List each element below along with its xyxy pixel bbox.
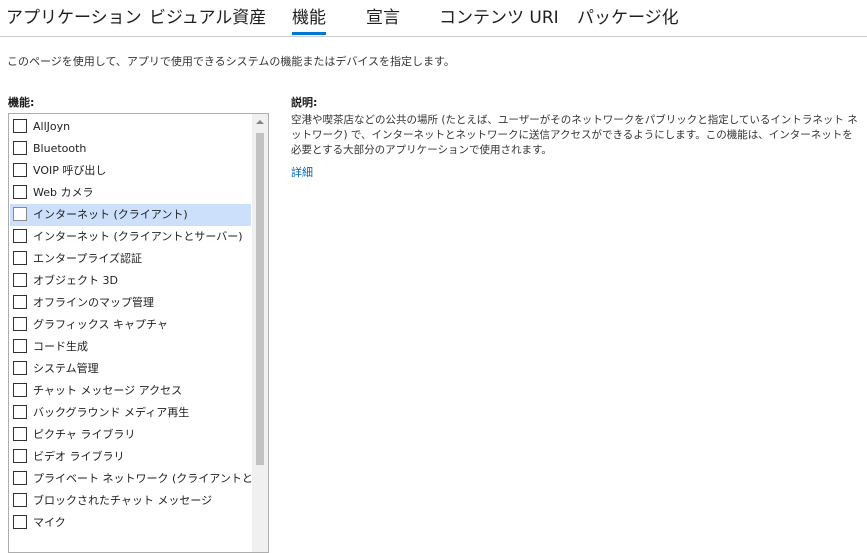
capability-checkbox[interactable] bbox=[13, 427, 27, 441]
capability-label: ピクチャ ライブラリ bbox=[33, 428, 136, 441]
capability-item[interactable]: システム管理 bbox=[10, 358, 251, 380]
capability-item[interactable]: ピクチャ ライブラリ bbox=[10, 424, 251, 446]
description-label: 説明: bbox=[291, 96, 318, 109]
capability-label: インターネット (クライアントとサーバー) bbox=[33, 230, 243, 243]
capability-item[interactable]: チャット メッセージ アクセス bbox=[10, 380, 251, 402]
capability-checkbox[interactable] bbox=[13, 471, 27, 485]
capability-item[interactable]: マイク bbox=[10, 512, 251, 534]
capability-label: VOIP 呼び出し bbox=[33, 164, 107, 177]
capability-item[interactable]: VOIP 呼び出し bbox=[10, 160, 251, 182]
capability-label: ビデオ ライブラリ bbox=[33, 450, 125, 463]
capability-checkbox[interactable] bbox=[13, 295, 27, 309]
capability-label: AllJoyn bbox=[33, 120, 71, 133]
capability-label: インターネット (クライアント) bbox=[33, 208, 188, 221]
capability-label: システム管理 bbox=[33, 362, 99, 375]
capability-checkbox[interactable] bbox=[13, 141, 27, 155]
page-description: このページを使用して、アプリで使用できるシステムの機能またはデバイスを指定します… bbox=[7, 55, 455, 68]
capability-label: マイク bbox=[33, 516, 66, 529]
capability-item[interactable]: ブロックされたチャット メッセージ bbox=[10, 490, 251, 512]
capability-checkbox[interactable] bbox=[13, 317, 27, 331]
capability-label: オブジェクト 3D bbox=[33, 274, 118, 287]
capabilities-label: 機能: bbox=[8, 96, 35, 109]
vertical-scrollbar[interactable] bbox=[252, 114, 268, 552]
capability-checkbox[interactable] bbox=[13, 449, 27, 463]
tab-application[interactable]: アプリケーション bbox=[6, 6, 142, 30]
capability-checkbox[interactable] bbox=[13, 119, 27, 133]
capability-checkbox[interactable] bbox=[13, 339, 27, 353]
capability-label: エンタープライズ認証 bbox=[33, 252, 143, 265]
capability-item[interactable]: バックグラウンド メディア再生 bbox=[10, 402, 251, 424]
capability-item[interactable]: コード生成 bbox=[10, 336, 251, 358]
capability-item[interactable]: Web カメラ bbox=[10, 182, 251, 204]
capability-label: ブロックされたチャット メッセージ bbox=[33, 494, 213, 507]
capability-checkbox[interactable] bbox=[13, 163, 27, 177]
tab-capabilities[interactable]: 機能 bbox=[292, 6, 326, 35]
scroll-up-arrow-icon[interactable] bbox=[252, 114, 268, 131]
capability-checkbox[interactable] bbox=[13, 185, 27, 199]
capability-item[interactable]: オフラインのマップ管理 bbox=[10, 292, 251, 314]
capability-item[interactable]: グラフィックス キャプチャ bbox=[10, 314, 251, 336]
capability-checkbox[interactable] bbox=[13, 251, 27, 265]
tab-declarations[interactable]: 宣言 bbox=[366, 6, 400, 30]
capability-item[interactable]: プライベート ネットワーク (クライアントとサーバー) bbox=[10, 468, 268, 490]
capability-item[interactable]: インターネット (クライアント) bbox=[10, 204, 251, 226]
capability-label: Bluetooth bbox=[33, 142, 87, 155]
capability-checkbox[interactable] bbox=[13, 383, 27, 397]
capability-label: コード生成 bbox=[33, 340, 88, 353]
capability-label: Web カメラ bbox=[33, 186, 94, 199]
capability-checkbox[interactable] bbox=[13, 515, 27, 529]
tab-content-uris[interactable]: コンテンツ URI bbox=[439, 6, 559, 30]
capability-item[interactable]: Bluetooth bbox=[10, 138, 251, 160]
capability-label: グラフィックス キャプチャ bbox=[33, 318, 168, 331]
tab-packaging[interactable]: パッケージ化 bbox=[577, 6, 679, 30]
capability-checkbox[interactable] bbox=[13, 207, 27, 221]
capabilities-list[interactable]: AllJoyn Bluetooth VOIP 呼び出し Web カメラインターネット … bbox=[8, 113, 269, 553]
capability-label: オフラインのマップ管理 bbox=[33, 296, 154, 309]
capability-item[interactable]: インターネット (クライアントとサーバー) bbox=[10, 226, 251, 248]
more-info-link[interactable]: 詳細 bbox=[291, 164, 313, 180]
capability-checkbox[interactable] bbox=[13, 405, 27, 419]
capability-checkbox[interactable] bbox=[13, 229, 27, 243]
capability-item[interactable]: エンタープライズ認証 bbox=[10, 248, 251, 270]
capability-label: プライベート ネットワーク (クライアントとサーバー) bbox=[33, 472, 268, 485]
scrollbar-thumb[interactable] bbox=[256, 133, 264, 465]
tab-bar: アプリケーション ビジュアル資産 機能 宣言 コンテンツ URI パッケージ化 bbox=[0, 0, 867, 37]
capability-checkbox[interactable] bbox=[13, 361, 27, 375]
capability-item[interactable]: AllJoyn bbox=[10, 116, 251, 138]
description-text: 空港や喫茶店などの公共の場所 (たとえば、ユーザーがそのネットワークをパブリック… bbox=[291, 114, 858, 156]
capability-label: バックグラウンド メディア再生 bbox=[33, 406, 190, 419]
tab-visual-assets[interactable]: ビジュアル資産 bbox=[149, 6, 266, 30]
capability-item[interactable]: オブジェクト 3D bbox=[10, 270, 251, 292]
capability-label: チャット メッセージ アクセス bbox=[33, 384, 183, 397]
capability-checkbox[interactable] bbox=[13, 273, 27, 287]
capability-item[interactable]: ビデオ ライブラリ bbox=[10, 446, 251, 468]
capability-checkbox[interactable] bbox=[13, 493, 27, 507]
